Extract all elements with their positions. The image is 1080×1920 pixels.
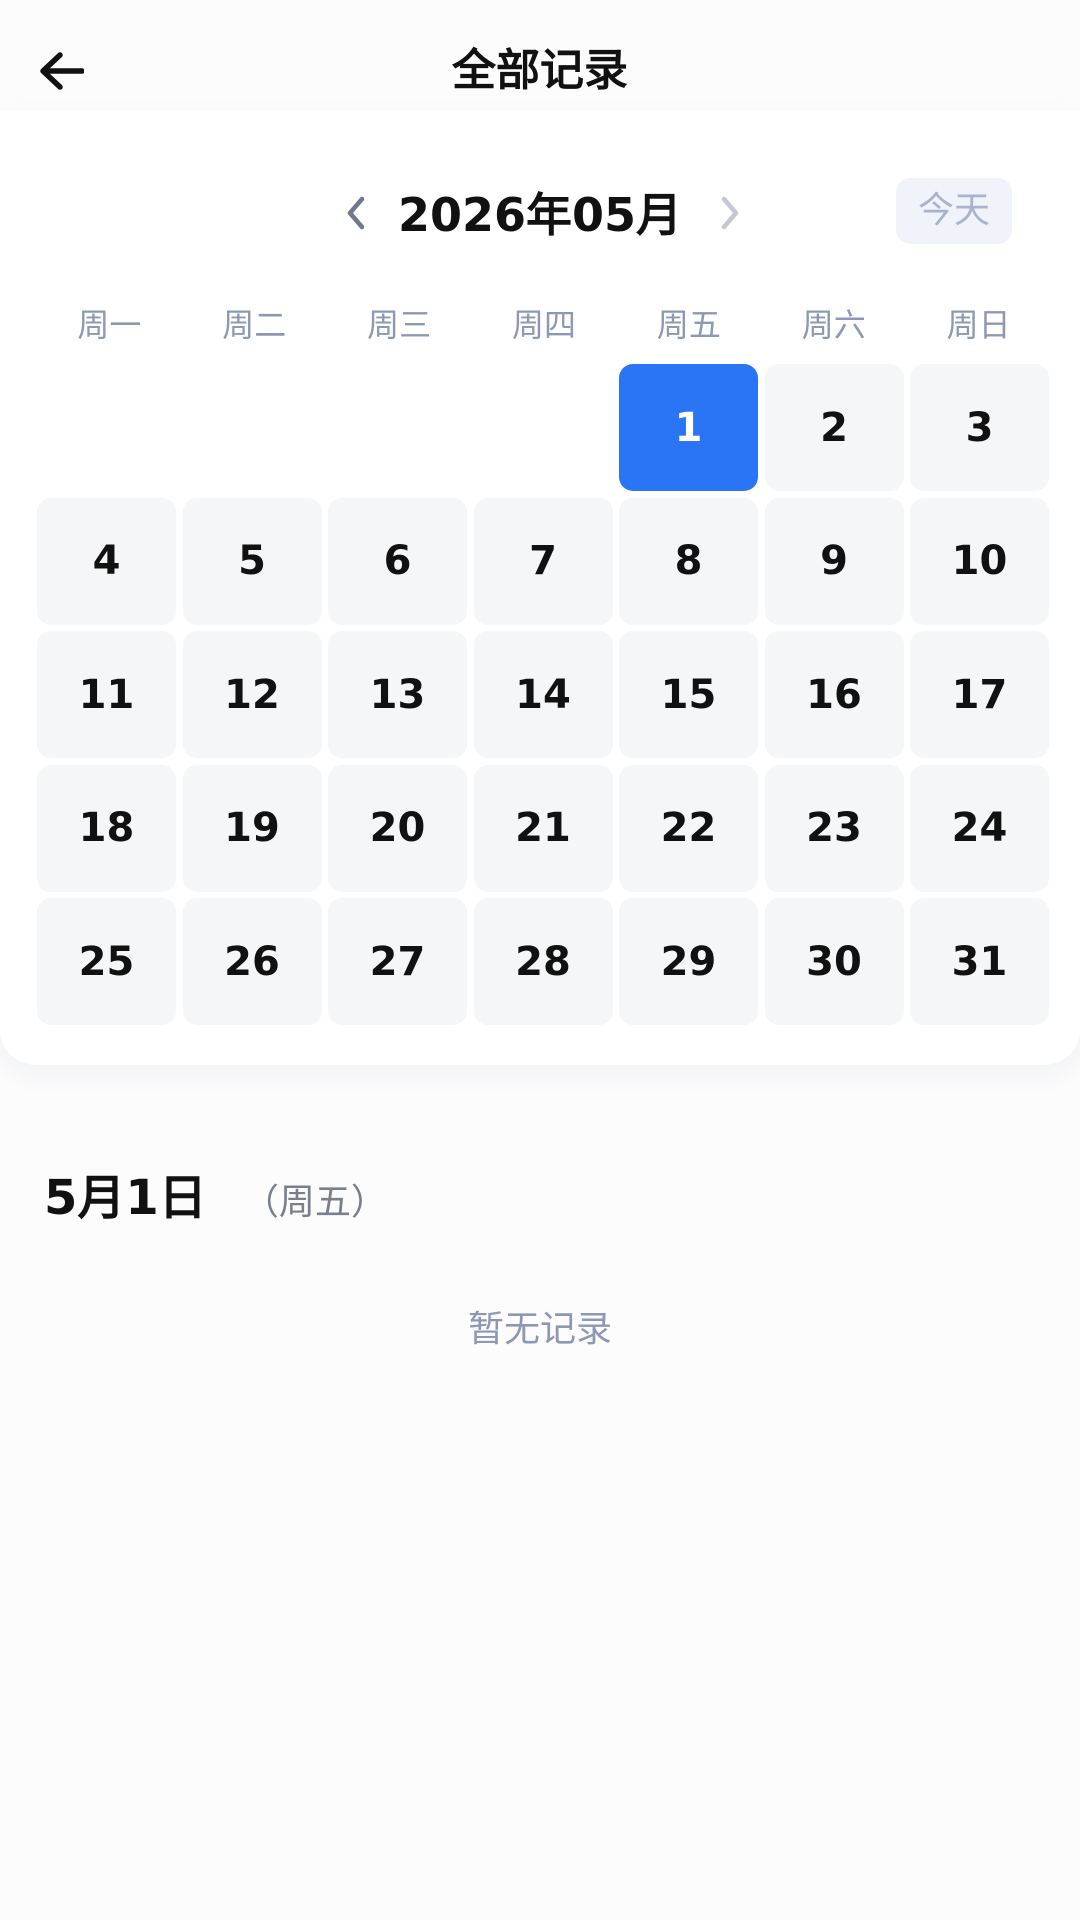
month-title: 2026年05月 [397, 188, 683, 242]
day-cell[interactable]: 31 [910, 898, 1049, 1025]
page-title: 全部记录 [452, 45, 628, 96]
day-grid: 1 2 3 4 5 6 7 8 9 10 11 12 13 14 15 16 17 18 19 20 21 22 23 24 2… [37, 364, 1051, 1025]
weekday-label: 周三 [367, 306, 432, 344]
today-button[interactable]: 今天 [896, 178, 1012, 244]
day-cell[interactable]: 8 [619, 497, 758, 625]
weekday-label: 周日 [946, 306, 1011, 344]
weekday-label: 周六 [801, 306, 866, 344]
selected-date-weekday: （周五） [242, 1182, 387, 1223]
day-cell[interactable]: 25 [37, 898, 176, 1025]
weekday-label: 周一 [77, 306, 142, 344]
day-cell[interactable]: 5 [182, 497, 322, 625]
day-cell[interactable]: 4 [37, 497, 176, 625]
selected-date-title: 5月1日 [44, 1170, 207, 1226]
day-cell[interactable]: 6 [328, 497, 467, 625]
day-cell[interactable]: 16 [764, 631, 904, 758]
day-cell-empty [474, 364, 613, 491]
day-cell[interactable]: 22 [619, 764, 758, 892]
day-cell[interactable]: 29 [619, 898, 758, 1025]
weekday-header: 周一 周二 周三 周四 周五 周六 周日 [37, 295, 1051, 355]
day-cell-empty [183, 364, 322, 491]
day-cell[interactable]: 7 [473, 497, 613, 625]
page: 全部记录 2026年05月 今天 周一 周二 周三 周四 周五 周六 周日 12345678… [0, 0, 1080, 1920]
weekday-label: 周四 [512, 306, 577, 344]
day-cell[interactable]: 30 [764, 898, 904, 1025]
day-cell[interactable]: 24 [910, 764, 1049, 892]
prev-month-button[interactable] [326, 183, 386, 243]
day-cell[interactable]: 10 [910, 497, 1049, 625]
day-cell-selected[interactable]: 1 [619, 364, 758, 491]
weekday-label: 周二 [222, 306, 287, 344]
day-cell[interactable]: 27 [328, 898, 467, 1025]
day-cell[interactable]: 28 [473, 898, 613, 1025]
day-cell[interactable]: 20 [328, 764, 467, 892]
day-cell-empty [328, 364, 467, 491]
day-cell[interactable]: 26 [182, 898, 322, 1025]
weekday-label: 周五 [656, 306, 721, 344]
day-cell[interactable]: 14 [473, 631, 613, 758]
chevron-left-icon [347, 196, 365, 230]
day-cell[interactable]: 13 [328, 631, 467, 758]
day-cell[interactable]: 2 [764, 364, 904, 491]
day-cell[interactable]: 12 [182, 631, 322, 758]
calendar-card: 2026年05月 今天 周一 周二 周三 周四 周五 周六 周日 1 2 3 4 5 6 7 8 9 10 11… [0, 110, 1080, 1065]
day-cell[interactable]: 3 [910, 364, 1049, 491]
day-cell[interactable]: 11 [37, 631, 176, 758]
chevron-right-icon [721, 196, 739, 230]
selected-date-heading: 5月1日 （周五） [44, 1158, 387, 1228]
day-cell[interactable]: 9 [764, 497, 904, 625]
empty-records-text: 暂无记录 [467, 1309, 612, 1350]
day-cell[interactable]: 15 [619, 631, 758, 758]
day-cell[interactable]: 23 [764, 764, 904, 892]
next-month-button[interactable] [700, 183, 760, 243]
day-cell[interactable]: 19 [182, 764, 322, 892]
day-cell[interactable]: 21 [473, 764, 613, 892]
day-cell-empty [37, 364, 176, 491]
day-cell[interactable]: 18 [37, 764, 176, 892]
day-cell[interactable]: 17 [910, 631, 1049, 758]
